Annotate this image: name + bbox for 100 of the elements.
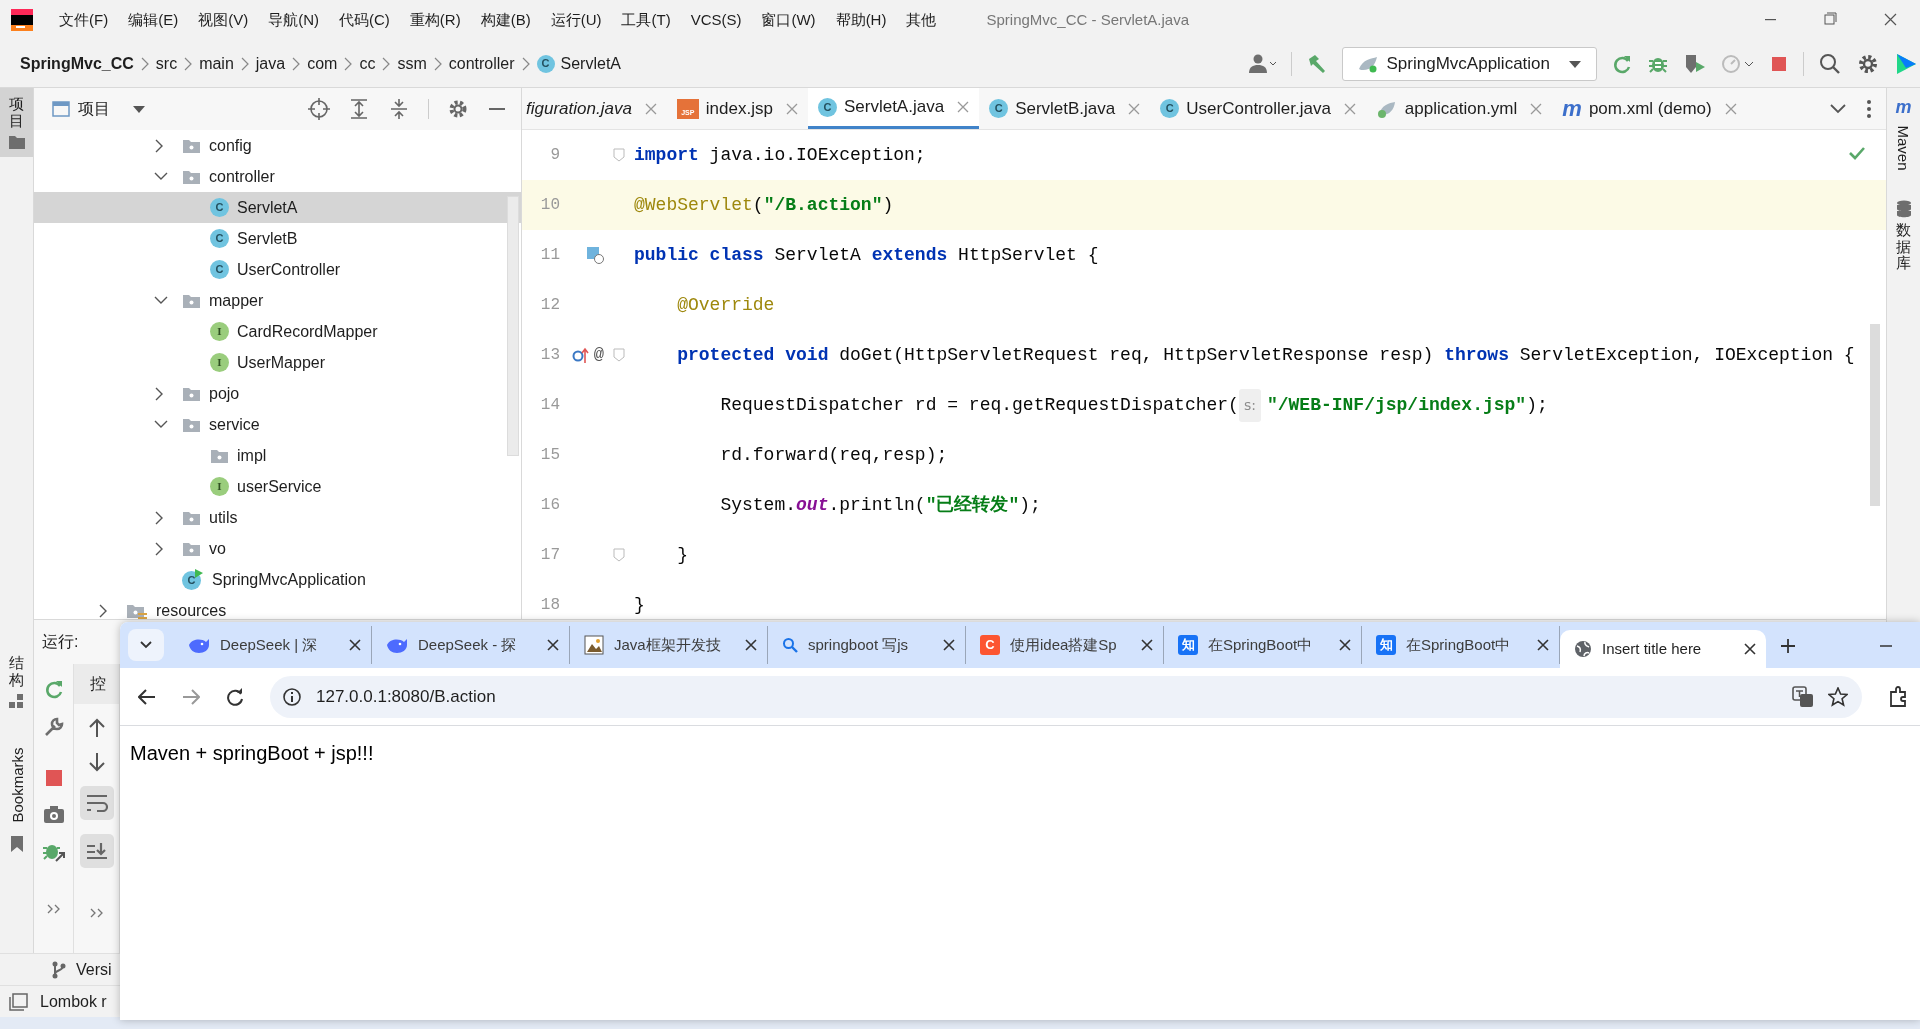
browser-tab[interactable]: springboot 写js (768, 626, 966, 664)
tree-item[interactable]: vo (34, 533, 521, 564)
tree-item[interactable]: I userService (34, 471, 521, 502)
user-icon[interactable] (1246, 52, 1277, 75)
forward-icon[interactable] (182, 688, 200, 705)
new-tab-icon[interactable] (1780, 638, 1796, 654)
editor-tab[interactable]: figuration.java (522, 88, 667, 129)
gutter-mark[interactable]: @ (593, 342, 604, 368)
tool-window-tab[interactable]: 数据库 (1895, 200, 1912, 272)
editor-tab[interactable]: C ServletA.java (807, 88, 980, 129)
editor-tab[interactable]: m pom.xml (demo) (1552, 88, 1747, 129)
menu-item[interactable]: 重构(R) (399, 8, 471, 32)
close-icon[interactable] (1141, 639, 1153, 651)
menu-item[interactable]: 构建(B) (470, 8, 541, 32)
tree-item[interactable]: service (34, 409, 521, 440)
breadcrumb[interactable]: controller (448, 51, 515, 76)
browser-tab[interactable]: 知 在SpringBoot中 (1362, 626, 1560, 664)
fold-marker-icon[interactable] (613, 548, 625, 562)
fold-marker-icon[interactable] (613, 348, 625, 362)
editor-tab[interactable]: C ServletB.java (979, 88, 1151, 129)
browser-tab[interactable]: Java框架开发技 (570, 626, 768, 664)
close-icon[interactable] (1339, 639, 1351, 651)
override-gutter-icon[interactable] (571, 346, 590, 364)
close-icon[interactable] (745, 639, 757, 651)
breadcrumb[interactable]: java (255, 51, 286, 76)
chevron-down-icon[interactable] (1830, 102, 1846, 115)
browser-tab[interactable]: C 使用idea搭建Sp (966, 626, 1164, 664)
settings-icon[interactable] (447, 98, 469, 120)
address-bar[interactable]: 127.0.0.1:8080/B.action (270, 675, 1862, 718)
menu-item[interactable]: 工具(T) (611, 8, 681, 32)
tool-window-button[interactable]: Versi (0, 954, 112, 985)
browser-tab[interactable]: DeepSeek | 深 (174, 626, 372, 664)
expand-all-icon[interactable] (348, 98, 370, 120)
browser-tab[interactable]: DeepSeek - 探 (372, 626, 570, 664)
collapse-all-icon[interactable] (388, 98, 410, 120)
breadcrumb[interactable]: SpringMvc_CC (20, 51, 134, 76)
panel-title-dropdown[interactable]: 项目 (52, 97, 146, 121)
close-icon[interactable] (349, 639, 361, 651)
menu-item[interactable]: 窗口(W) (751, 8, 826, 32)
breadcrumb[interactable]: main (199, 51, 234, 76)
menu-item[interactable]: 其他 (896, 8, 947, 32)
tool-window-tab[interactable]: Bookmarks (0, 732, 33, 860)
stop-icon[interactable] (43, 768, 64, 788)
soft-wrap-button[interactable] (79, 786, 114, 820)
bookmark-star-icon[interactable] (1828, 686, 1848, 707)
tree-item[interactable]: C ServletA (34, 192, 521, 223)
locate-icon[interactable] (308, 98, 330, 120)
close-icon[interactable] (943, 639, 955, 651)
tool-window-button[interactable]: Lombok r (0, 986, 107, 1017)
tree-item[interactable]: controller (34, 161, 521, 192)
scroll-up-icon[interactable] (87, 718, 106, 738)
plugin-logo-icon[interactable] (1894, 51, 1918, 76)
tree-item[interactable]: resources (34, 595, 521, 619)
console-tab[interactable]: 控 (74, 664, 119, 704)
tool-window-tab[interactable]: m Maven (1893, 98, 1914, 176)
menu-item[interactable]: 文件(F) (49, 8, 119, 32)
menu-item[interactable]: VCS(S) (680, 8, 752, 32)
search-icon[interactable] (1818, 51, 1842, 76)
close-icon[interactable] (1744, 643, 1756, 655)
reload-icon[interactable] (226, 687, 244, 706)
browser-tab[interactable]: Insert title here (1560, 630, 1766, 668)
tree-item[interactable]: C UserController (34, 254, 521, 285)
menu-item[interactable]: 导航(N) (258, 8, 329, 32)
tree-item[interactable]: impl (34, 440, 521, 471)
fold-marker-icon[interactable] (613, 148, 625, 162)
tool-window-tab[interactable]: 项目 (0, 88, 33, 157)
back-icon[interactable] (138, 688, 156, 705)
tree-item[interactable]: mapper (34, 285, 521, 316)
close-icon[interactable] (547, 639, 559, 651)
tree-item[interactable]: C SpringMvcApplication (34, 564, 521, 595)
scrollbar[interactable] (507, 196, 519, 456)
breadcrumb-label[interactable]: ServletA (560, 51, 621, 76)
menu-item[interactable]: 代码(C) (329, 8, 400, 32)
tree-item[interactable]: I CardRecordMapper (34, 316, 521, 347)
breadcrumb[interactable]: src (155, 51, 178, 76)
tree-item[interactable]: utils (34, 502, 521, 533)
breadcrumb[interactable]: ssm (397, 51, 427, 76)
breadcrumb[interactable]: cc (359, 51, 376, 76)
more-icon[interactable] (46, 904, 61, 914)
scrollbar[interactable] (1870, 324, 1880, 506)
tool-window-tab[interactable]: 结构 (0, 647, 33, 716)
breadcrumb[interactable]: com (307, 51, 338, 76)
menu-item[interactable]: 视图(V) (188, 8, 259, 32)
editor-tab[interactable]: application.yml (1365, 88, 1553, 129)
menu-item[interactable]: 运行(U) (540, 8, 612, 32)
tree-item[interactable]: C ServletB (34, 223, 521, 254)
menu-item[interactable]: 帮助(H) (825, 8, 897, 32)
editor-tab[interactable]: C UserController.java (1150, 88, 1366, 129)
tab-search-button[interactable] (128, 629, 164, 661)
translate-icon[interactable] (1792, 685, 1814, 708)
tree-item[interactable]: config (34, 130, 521, 161)
coverage-icon[interactable] (1683, 52, 1707, 75)
tree-item[interactable]: I UserMapper (34, 347, 521, 378)
scroll-down-icon[interactable] (87, 752, 106, 772)
more-icon[interactable] (89, 908, 104, 918)
menu-item[interactable]: 编辑(E) (118, 8, 189, 32)
run-config-dropdown[interactable]: SpringMvcApplication (1341, 46, 1597, 81)
camera-icon[interactable] (42, 804, 65, 824)
close-icon[interactable] (1537, 639, 1549, 651)
browser-tab[interactable]: 知 在SpringBoot中 (1164, 626, 1362, 664)
